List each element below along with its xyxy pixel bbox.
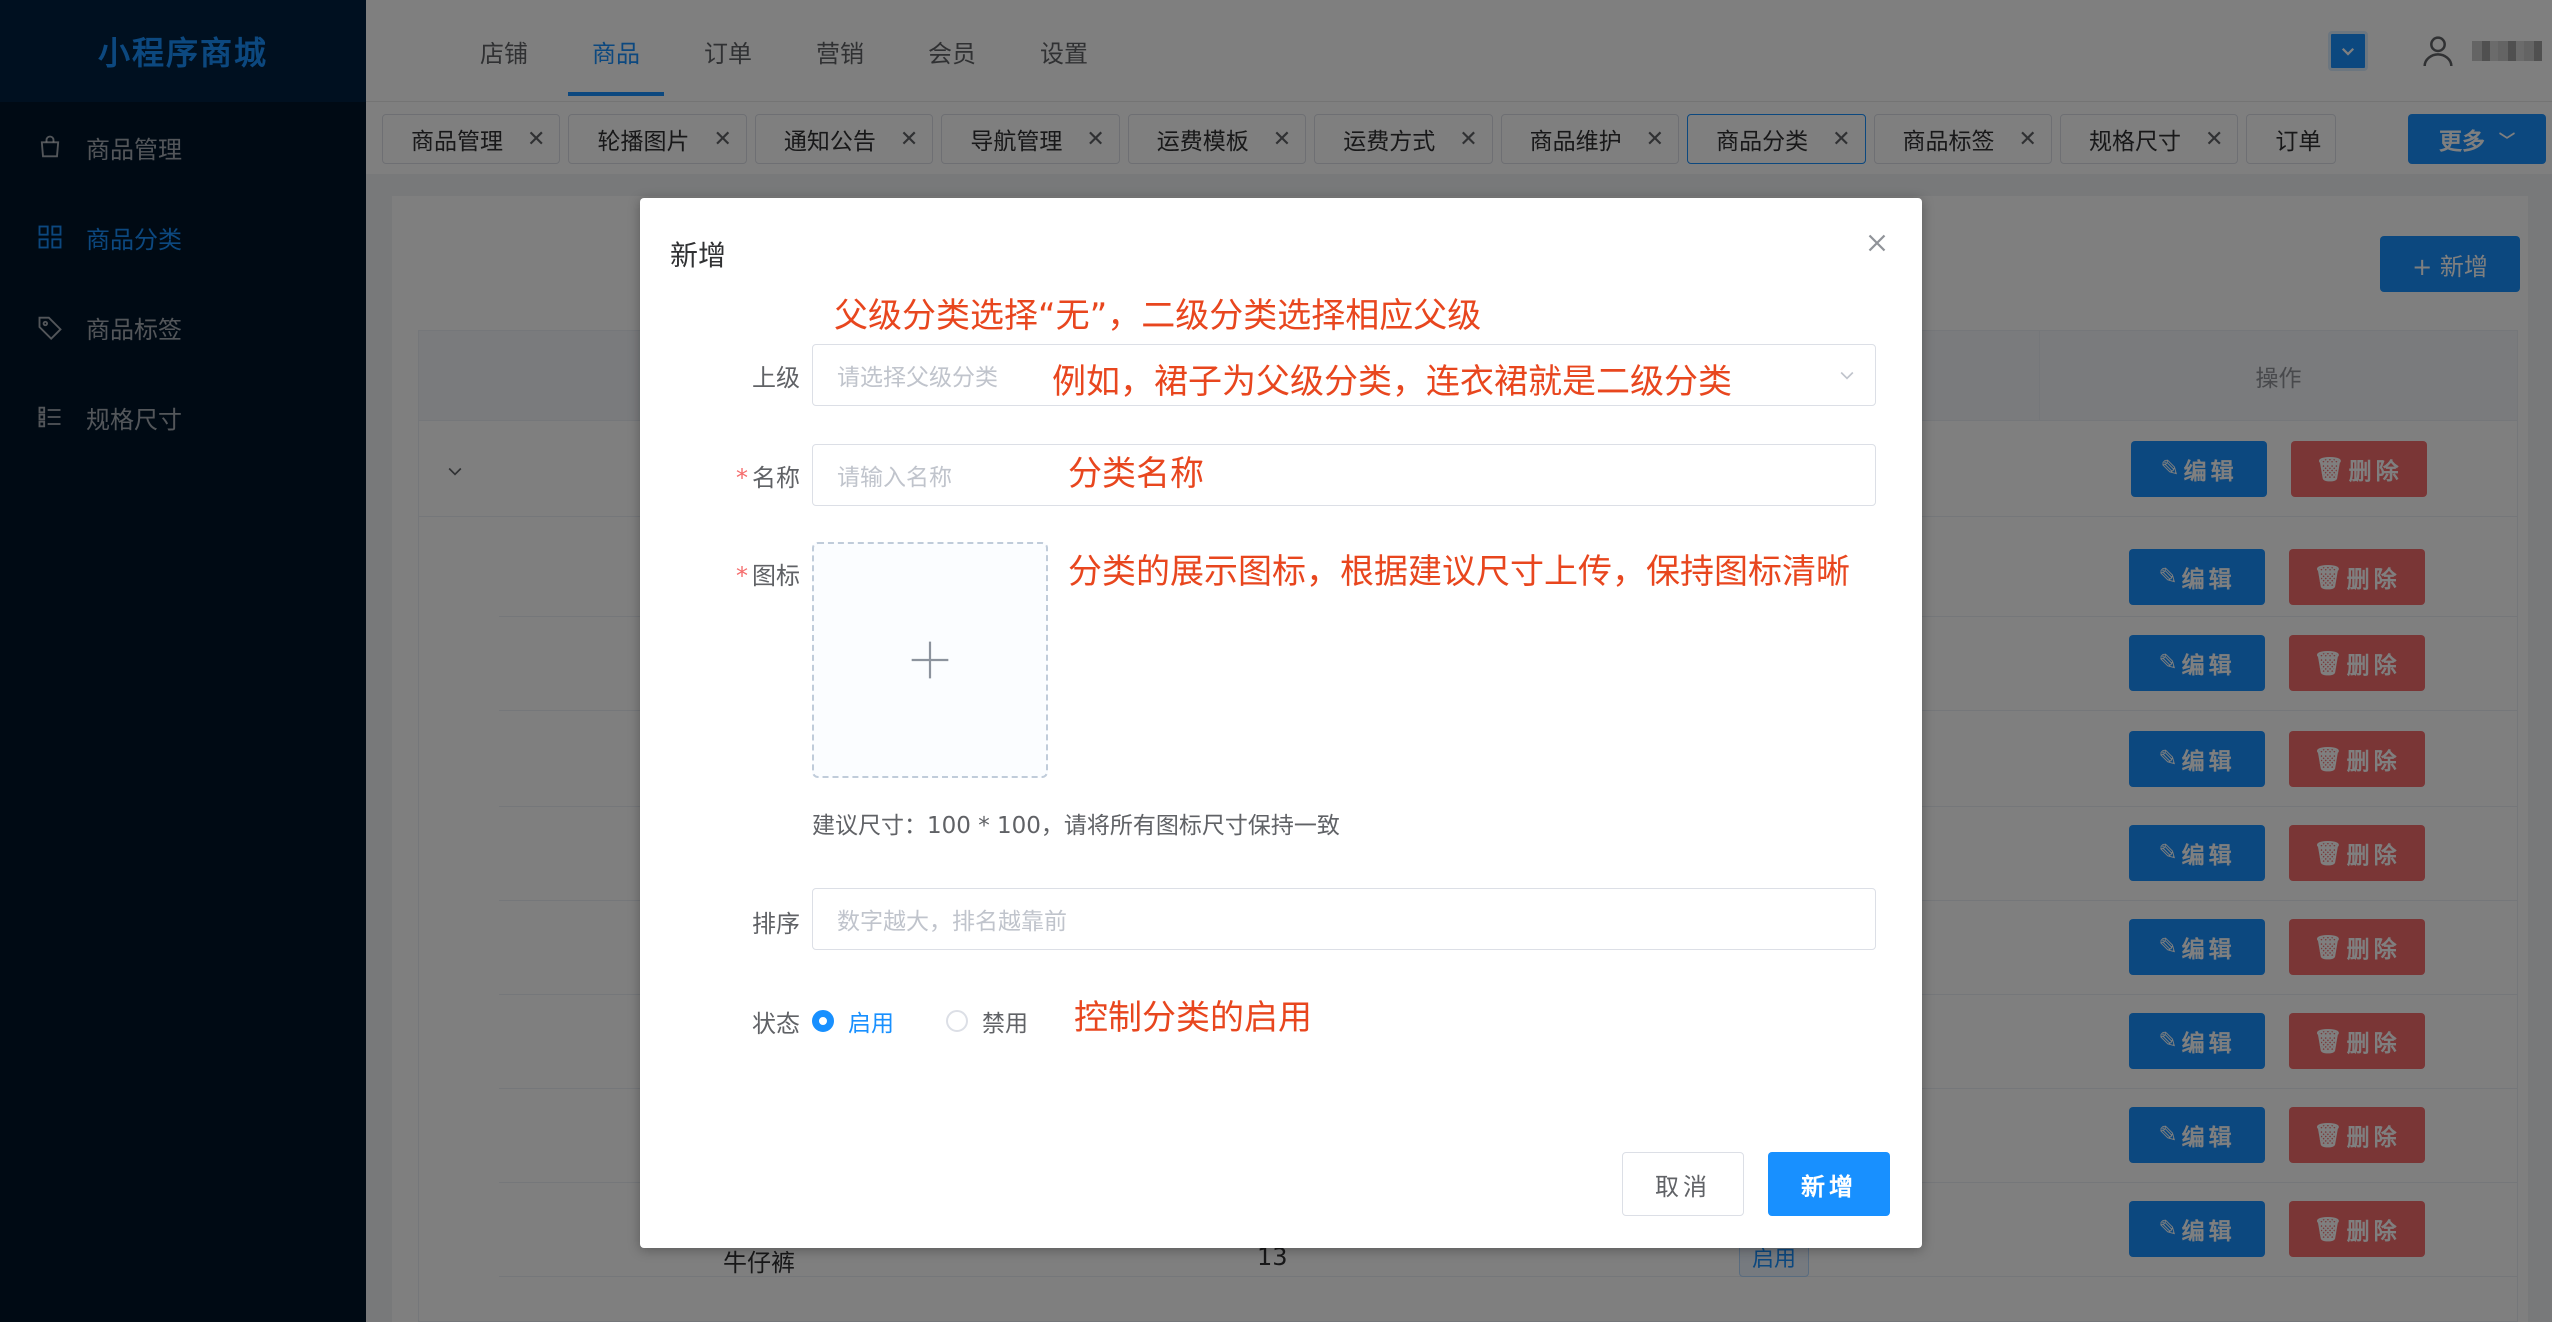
annotation-name: 分类名称 — [1068, 454, 1204, 494]
submit-button[interactable]: 新增 — [1768, 1152, 1890, 1216]
required-mark: * — [736, 562, 748, 590]
radio-label: 启用 — [848, 1011, 894, 1037]
name-label: * 名称 — [640, 458, 800, 493]
status-disable-radio[interactable]: 禁用 — [946, 1004, 1028, 1038]
name-placeholder: 请输入名称 — [837, 465, 952, 491]
annotation-icon: 分类的展示图标，根据建议尺寸上传，保持图标清晰 — [1068, 552, 1850, 592]
chevron-down-icon — [1840, 371, 1854, 380]
radio-label: 禁用 — [982, 1011, 1028, 1037]
required-mark: * — [736, 464, 748, 492]
status-label: 状态 — [752, 1010, 800, 1038]
radio-dot — [812, 1010, 834, 1032]
close-icon[interactable] — [1862, 228, 1892, 258]
icon-label-text: 图标 — [752, 562, 800, 590]
annotation-parent-rule: 父级分类选择“无”，二级分类选择相应父级 — [834, 296, 1482, 336]
name-label-text: 名称 — [752, 464, 800, 492]
add-category-dialog: 新增 父级分类选择“无”，二级分类选择相应父级 上级 请选择父级分类 例如，裙子… — [640, 198, 1922, 1248]
parent-placeholder: 请选择父级分类 — [837, 365, 998, 391]
sort-placeholder: 数字越大，排名越靠前 — [837, 909, 1067, 935]
sort-label: 排序 — [752, 910, 800, 938]
plus-icon — [911, 641, 949, 679]
annotation-parent-example: 例如，裙子为父级分类，连衣裙就是二级分类 — [1052, 362, 1732, 402]
dialog-title: 新增 — [670, 239, 727, 272]
annotation-status: 控制分类的启用 — [1074, 998, 1312, 1038]
icon-upload[interactable] — [812, 542, 1048, 778]
status-enable-radio[interactable]: 启用 — [812, 1004, 894, 1038]
cancel-button[interactable]: 取消 — [1622, 1152, 1744, 1216]
sort-input[interactable]: 数字越大，排名越靠前 — [812, 888, 1876, 950]
radio-dot — [946, 1010, 968, 1032]
icon-size-hint: 建议尺寸：100 * 100，请将所有图标尺寸保持一致 — [812, 813, 1340, 839]
parent-label: 上级 — [752, 364, 800, 392]
name-input[interactable]: 请输入名称 — [812, 444, 1876, 506]
icon-label: * 图标 — [640, 556, 800, 591]
